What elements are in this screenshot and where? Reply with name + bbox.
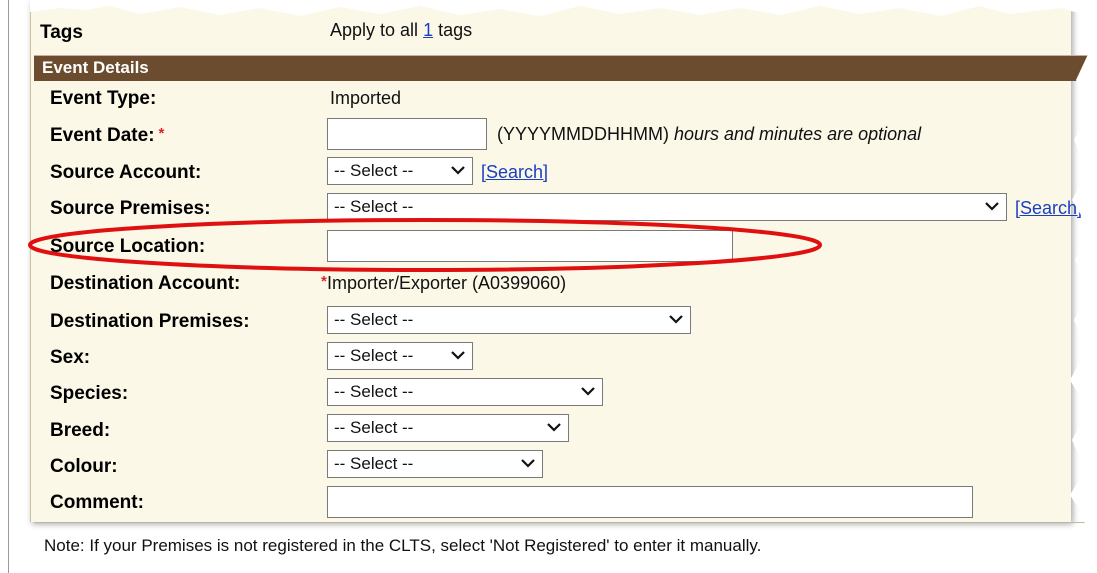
source-location-input[interactable]	[327, 230, 733, 262]
colour-selected: -- Select --	[334, 454, 414, 473]
chevron-down-icon	[520, 454, 536, 477]
tags-apply-link[interactable]: 1	[423, 20, 433, 40]
event-type-label: Event Type:	[50, 88, 157, 109]
destination-account-value: Importer/Exporter (A0399060)	[327, 273, 567, 293]
source-account-select[interactable]: -- Select --	[327, 157, 473, 185]
tags-apply-suffix: tags	[433, 20, 473, 40]
page: Tags Apply to all 1 tags Event Details E…	[0, 0, 1097, 573]
source-location-label: Source Location:	[50, 236, 206, 257]
chevron-down-icon	[580, 382, 596, 405]
breed-selected: -- Select --	[334, 418, 414, 437]
chevron-down-icon	[450, 161, 466, 184]
sex-label: Sex:	[50, 347, 91, 368]
comment-input[interactable]	[327, 486, 973, 518]
required-marker: *	[158, 125, 165, 142]
source-account-selected: -- Select --	[334, 161, 414, 180]
source-premises-selected: -- Select --	[334, 197, 414, 216]
colour-select[interactable]: -- Select --	[327, 450, 543, 478]
divider	[34, 522, 1097, 523]
required-marker: *	[321, 273, 327, 290]
destination-account-label: Destination Account:	[50, 273, 240, 295]
source-premises-select[interactable]: -- Select --	[327, 193, 1007, 221]
breed-label: Breed:	[50, 420, 111, 441]
tags-label: Tags	[40, 22, 83, 43]
colour-label: Colour:	[50, 456, 118, 477]
event-date-label-text: Event Date:	[50, 125, 155, 146]
tags-apply-text: Apply to all 1 tags	[330, 20, 472, 41]
event-date-format-hint: (YYYYMMDDHHMM)	[497, 124, 669, 144]
event-date-label: Event Date: *	[50, 125, 164, 147]
sex-selected: -- Select --	[334, 346, 414, 365]
torn-right-edge	[1070, 0, 1097, 573]
chevron-down-icon	[984, 197, 1000, 220]
left-rule	[8, 0, 9, 573]
destination-account-label-text: Destination Account:	[50, 273, 241, 294]
source-premises-search-link[interactable]: [Search]	[1015, 198, 1082, 219]
breed-select[interactable]: -- Select --	[327, 414, 569, 442]
section-header: Event Details	[34, 55, 1097, 81]
registration-note: Note: If your Premises is not registered…	[44, 536, 762, 555]
event-date-hint: (YYYYMMDDHHMM) hours and minutes are opt…	[497, 124, 921, 145]
source-account-label: Source Account:	[50, 162, 202, 183]
species-label: Species:	[50, 383, 129, 404]
comment-label: Comment:	[50, 492, 144, 513]
sex-select[interactable]: -- Select --	[327, 342, 473, 370]
event-type-value: Imported	[330, 88, 402, 108]
source-account-search-link[interactable]: [Search]	[481, 162, 548, 183]
event-date-optional-hint: hours and minutes are optional	[674, 124, 922, 144]
species-selected: -- Select --	[334, 382, 414, 401]
tags-apply-prefix: Apply to all	[330, 20, 424, 40]
destination-premises-select[interactable]: -- Select --	[327, 306, 691, 334]
chevron-down-icon	[668, 310, 684, 333]
event-date-input[interactable]	[327, 118, 487, 150]
chevron-down-icon	[450, 346, 466, 369]
source-premises-label: Source Premises:	[50, 198, 211, 219]
destination-premises-selected: -- Select --	[334, 310, 414, 329]
species-select[interactable]: -- Select --	[327, 378, 603, 406]
chevron-down-icon	[546, 418, 562, 441]
section-title: Event Details	[42, 58, 149, 77]
destination-premises-label: Destination Premises:	[50, 311, 250, 332]
